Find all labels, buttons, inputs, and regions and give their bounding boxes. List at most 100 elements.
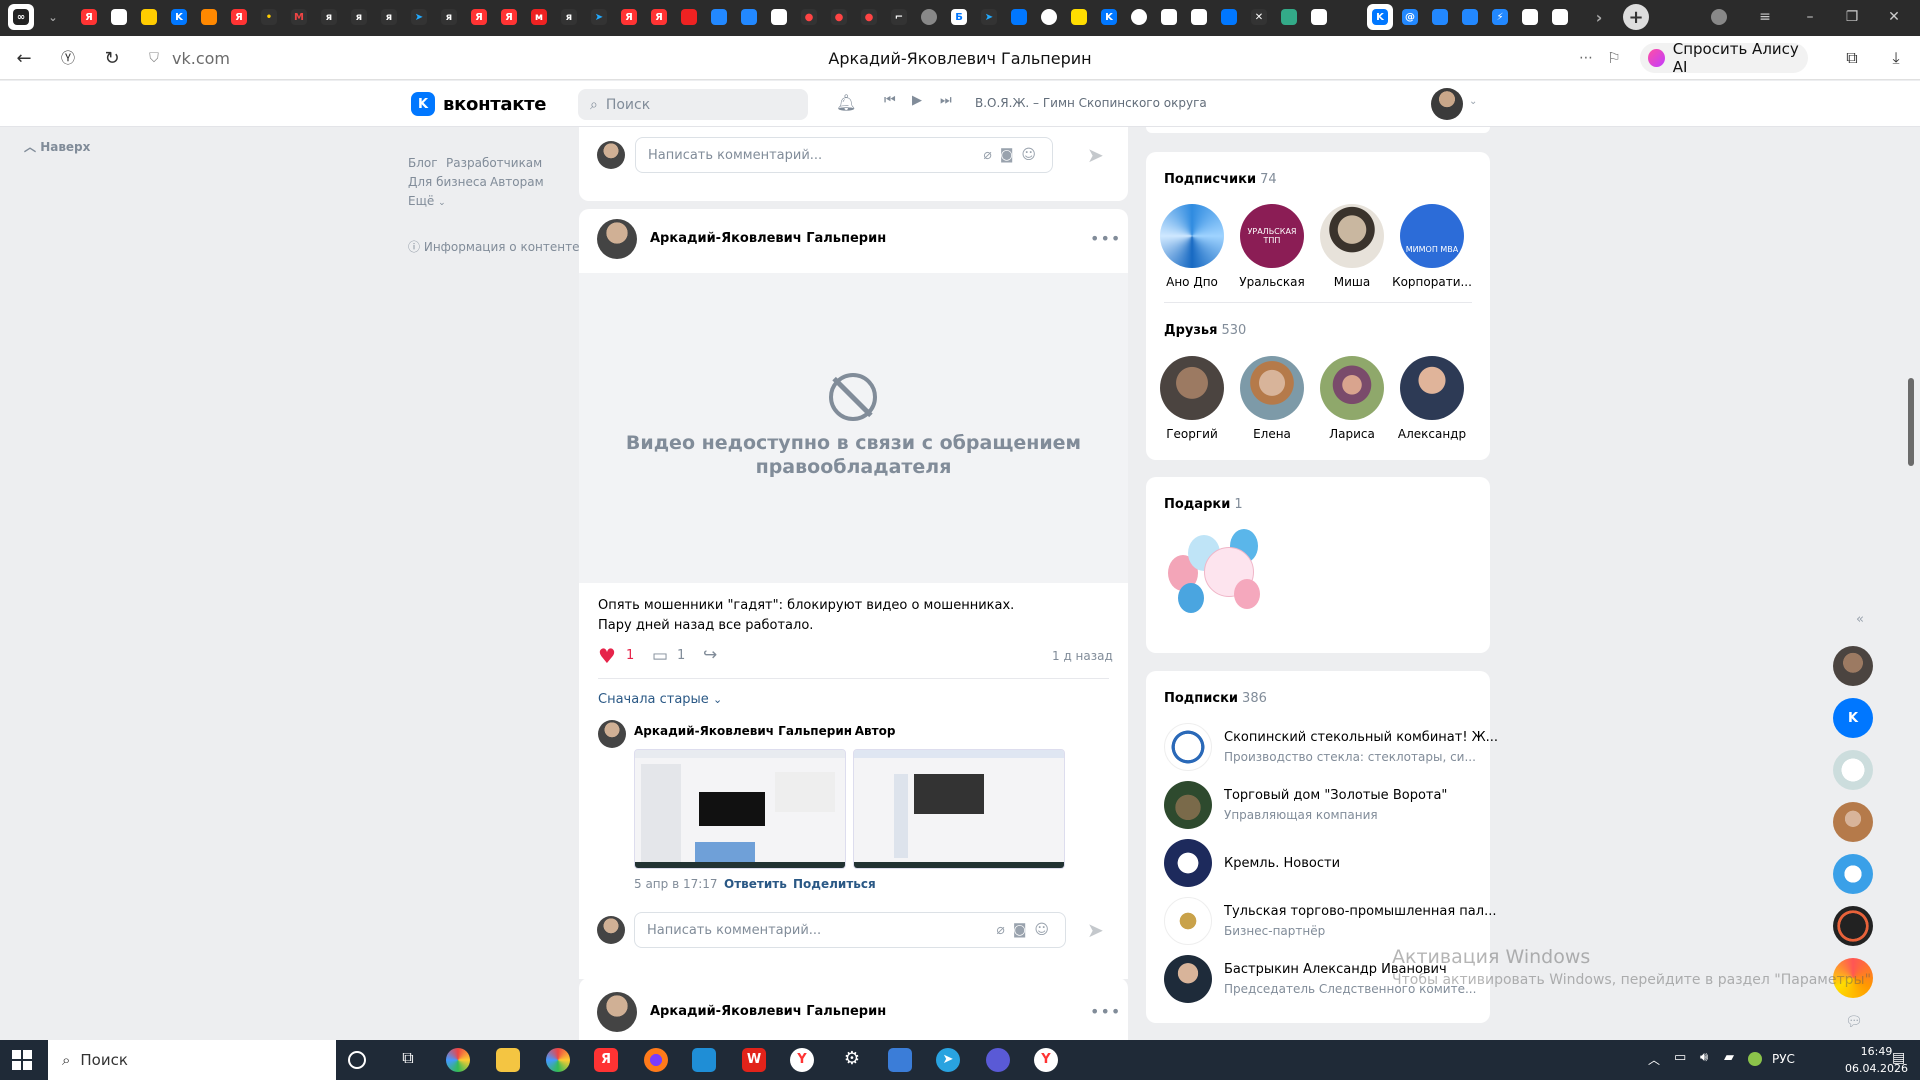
friend-avatar[interactable] xyxy=(1240,356,1304,420)
tab-at-icon[interactable]: @ xyxy=(1397,4,1423,30)
tab-mail-icon[interactable] xyxy=(136,4,162,30)
footer-link-business[interactable]: Для бизнеса xyxy=(408,175,487,189)
back-to-top[interactable]: ︿ Наверх xyxy=(24,138,90,155)
subscription-avatar[interactable] xyxy=(1164,897,1212,945)
content-info-link[interactable]: ⓘ Информация о контенте xyxy=(408,238,579,255)
tabs-scroll-right-icon[interactable]: › xyxy=(1586,4,1612,30)
tab-video-icon[interactable] xyxy=(676,4,702,30)
tab-telegram-icon-2[interactable]: ➤ xyxy=(586,4,612,30)
tab-round-icon-2[interactable] xyxy=(1126,4,1152,30)
footer-link-developers[interactable]: Разработчикам xyxy=(446,156,542,170)
subscription-avatar[interactable] xyxy=(1164,955,1212,1003)
tab-yandex-icon-3[interactable]: Я xyxy=(466,4,492,30)
task-view-icon[interactable]: ⧉ xyxy=(396,1048,420,1072)
tab-doc-icon-7[interactable] xyxy=(1547,4,1573,30)
comment-image-1[interactable] xyxy=(634,749,846,869)
sidebar-chat-avatar[interactable] xyxy=(1833,750,1873,790)
back-icon[interactable]: ← xyxy=(10,44,38,72)
follower-name[interactable]: Уральская xyxy=(1232,275,1312,289)
attach-icons[interactable]: ⌀◙☺ xyxy=(996,922,1057,938)
tab-tool-icon[interactable]: ✕ xyxy=(1246,4,1272,30)
tab-vk-active-icon[interactable]: K xyxy=(1367,4,1393,30)
tab-doc-icon-6[interactable] xyxy=(1517,4,1543,30)
tab-yandex-icon[interactable]: Я xyxy=(76,4,102,30)
scrollbar-thumb[interactable] xyxy=(1908,378,1914,466)
tab-doc-icon-4[interactable] xyxy=(1186,4,1212,30)
now-playing-track[interactable]: В.О.Я.Ж. – Гимн Скопинского округа xyxy=(975,96,1207,110)
friend-avatar[interactable] xyxy=(1160,356,1224,420)
avatar[interactable] xyxy=(597,992,637,1032)
comment-input[interactable]: Написать комментарий... ⌀◙☺ xyxy=(634,912,1066,948)
tab-chat-icon-3[interactable] xyxy=(1427,4,1453,30)
telegram-icon[interactable]: ➤ xyxy=(936,1048,960,1072)
tab-telegram-icon[interactable]: ➤ xyxy=(406,4,432,30)
footer-link-authors[interactable]: Авторам xyxy=(490,175,544,189)
tab-ya-icon-2[interactable]: я xyxy=(346,4,372,30)
tab-telegram-icon-3[interactable]: ➤ xyxy=(976,4,1002,30)
tab-cloud-icon[interactable] xyxy=(1457,4,1483,30)
language-indicator[interactable]: РУС xyxy=(1772,1052,1795,1066)
next-track-icon[interactable]: ⏭ xyxy=(940,93,952,108)
tab-yellow-icon[interactable] xyxy=(1066,4,1092,30)
tab-chat-icon-2[interactable] xyxy=(736,4,762,30)
comment-date[interactable]: 5 апр в 17:17 xyxy=(634,877,718,891)
previous-track-icon[interactable]: ⏮ xyxy=(884,93,896,108)
avatar[interactable] xyxy=(598,720,626,748)
tab-b-icon[interactable]: Б xyxy=(946,4,972,30)
follower-name[interactable]: Ано Дпо xyxy=(1152,275,1232,289)
tab-bolt-icon[interactable]: ⚡ xyxy=(1487,4,1513,30)
tab-doc-icon-3[interactable] xyxy=(1156,4,1182,30)
wps-icon[interactable]: W xyxy=(742,1048,766,1072)
tab-doc-icon[interactable] xyxy=(106,4,132,30)
notifications-icon[interactable]: ▤ xyxy=(1892,1050,1905,1066)
app-window-icon[interactable] xyxy=(888,1048,912,1072)
reply-link[interactable]: Ответить xyxy=(724,877,787,891)
start-button-icon[interactable] xyxy=(12,1050,32,1070)
sidebar-chat-avatar[interactable] xyxy=(1833,906,1873,946)
follower-avatar[interactable] xyxy=(1160,204,1224,268)
tab-avatar-icon[interactable] xyxy=(916,4,942,30)
file-explorer-icon[interactable] xyxy=(496,1048,520,1072)
volume-icon[interactable]: 🔊︎ xyxy=(1700,1050,1708,1065)
tab-blue-icon-2[interactable] xyxy=(1216,4,1242,30)
comment-author[interactable]: Аркадий-Яковлевич Гальперин xyxy=(634,724,852,738)
tab-blue-icon[interactable] xyxy=(1006,4,1032,30)
comment-image-2[interactable] xyxy=(853,749,1065,869)
chevron-down-icon[interactable]: ⌄ xyxy=(1469,96,1477,107)
tab-dot-icon[interactable]: • xyxy=(256,4,282,30)
friend-name[interactable]: Георгий xyxy=(1152,427,1232,441)
new-tab-icon[interactable]: + xyxy=(1623,4,1649,30)
subscription-name[interactable]: Кремль. Новости xyxy=(1224,856,1340,871)
tab-ya-icon-3[interactable]: я xyxy=(376,4,402,30)
tray-chevron-up-icon[interactable]: ︿ xyxy=(1648,1051,1660,1068)
tab-yandex-icon-2[interactable]: Я xyxy=(226,4,252,30)
chrome-icon-2[interactable] xyxy=(546,1048,570,1072)
tab-round-icon[interactable] xyxy=(1036,4,1062,30)
collections-icon[interactable]: ⧉ xyxy=(1838,44,1866,72)
reload-icon[interactable]: ↻ xyxy=(98,44,126,72)
tabs-dropdown-icon[interactable]: ⌄ xyxy=(40,4,66,30)
vk-logo[interactable]: K вконтакте xyxy=(411,92,546,116)
tab-vk-icon[interactable]: K xyxy=(166,4,192,30)
sort-comments-dropdown[interactable]: Сначала старые ⌄ xyxy=(598,692,722,707)
search-input[interactable]: ⌕ Поиск xyxy=(578,89,808,120)
vk-messenger-icon[interactable]: K xyxy=(1833,698,1873,738)
chat-bubble-icon[interactable]: 💬︎ xyxy=(1845,1014,1863,1030)
yandex-home-icon[interactable]: Ⓨ xyxy=(54,44,82,72)
tab-yandex-icon-5[interactable]: Я xyxy=(616,4,642,30)
tab-chat-icon[interactable] xyxy=(706,4,732,30)
settings-gear-icon[interactable]: ⚙ xyxy=(840,1048,864,1072)
taskbar-search[interactable]: ⌕ Поиск xyxy=(48,1040,336,1080)
sidebar-chat-avatar[interactable] xyxy=(1833,646,1873,686)
follower-avatar[interactable] xyxy=(1320,204,1384,268)
gift-balloons-image[interactable] xyxy=(1164,527,1268,627)
follower-avatar[interactable]: МИМОП MBA xyxy=(1400,204,1464,268)
yandex-icon[interactable]: Я xyxy=(594,1048,618,1072)
tab-doc-icon-2[interactable] xyxy=(766,4,792,30)
notifications-bell-icon[interactable]: 🔔︎ xyxy=(836,93,856,112)
avatar[interactable] xyxy=(1431,88,1463,120)
gifts-title[interactable]: Подарки 1 xyxy=(1164,497,1243,512)
subscriptions-title[interactable]: Подписки 386 xyxy=(1164,691,1267,706)
subscription-avatar[interactable] xyxy=(1164,781,1212,829)
battery-icon[interactable]: ▰ xyxy=(1724,1050,1734,1065)
